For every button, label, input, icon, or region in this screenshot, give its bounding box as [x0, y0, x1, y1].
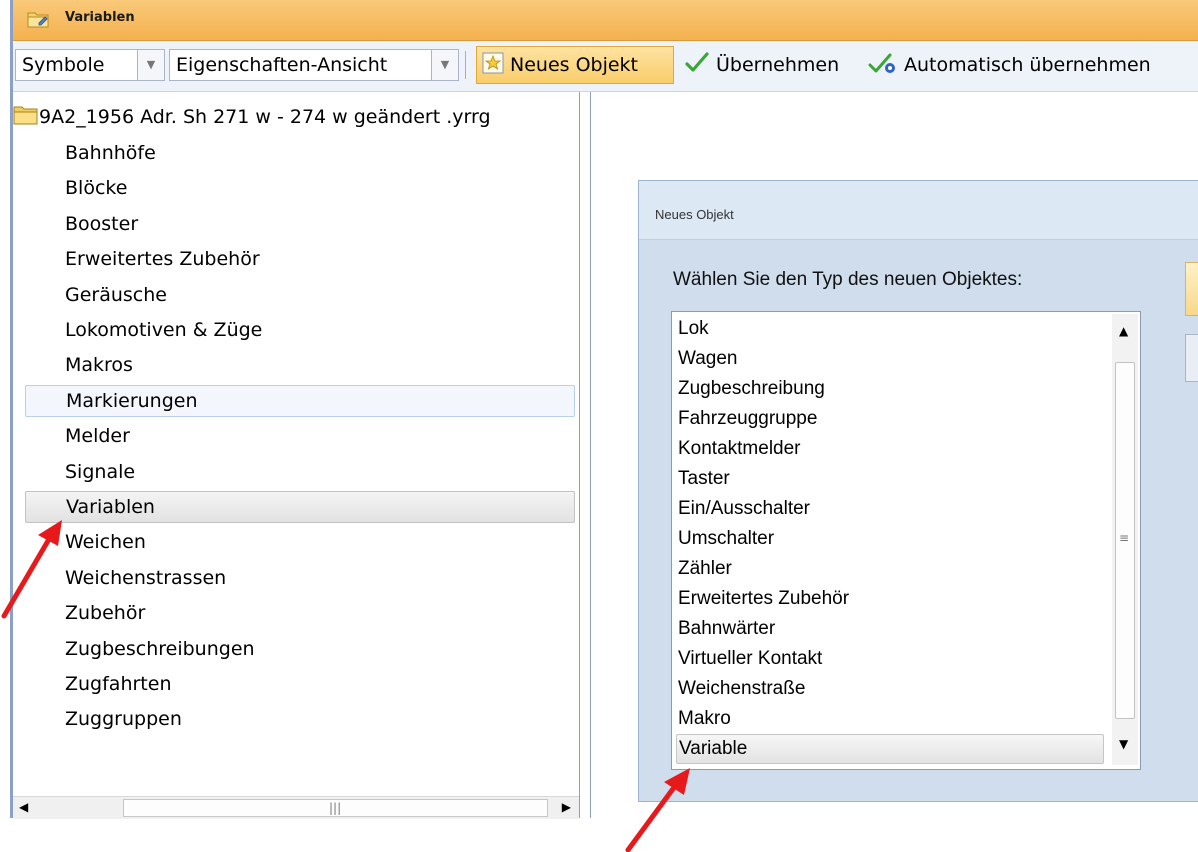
dialog-title-bar: Neues Objekt [639, 181, 1198, 240]
title-bar: Variablen [13, 0, 1198, 41]
grip-icon: ||| [329, 801, 342, 815]
object-type-item[interactable]: Weichenstraße [676, 674, 1104, 704]
window-title: Variablen [65, 10, 135, 25]
dialog-title: Neues Objekt [655, 207, 734, 222]
object-type-item[interactable]: Fahrzeuggruppe [676, 404, 1104, 434]
new-object-label: Neues Objekt [510, 54, 639, 76]
checkmark-icon [684, 51, 710, 80]
auto-apply-label: Automatisch übernehmen [904, 54, 1151, 76]
folder-edit-icon [27, 10, 51, 28]
object-type-item[interactable]: Lok [676, 314, 1104, 344]
tree-item[interactable]: Zubehör [25, 597, 575, 629]
object-type-list[interactable]: Lok Wagen Zugbeschreibung Fahrzeuggruppe Kon… [671, 311, 1141, 770]
new-object-dialog: Neues Objekt Wählen Sie den Typ des neue… [638, 180, 1198, 802]
tree-item[interactable]: Bahnhöfe [25, 137, 575, 169]
ok-button[interactable] [1185, 262, 1198, 316]
tree-root-label: 9A2_1956 Adr. Sh 271 w - 274 w geändert … [39, 106, 491, 128]
scroll-left-icon[interactable]: ◀ [19, 800, 28, 814]
object-type-item[interactable]: Kontaktmelder [676, 434, 1104, 464]
tree-item[interactable]: Zugfahrten [25, 668, 575, 700]
list-vertical-scrollbar[interactable]: ▲ ≡ ▼ [1112, 314, 1138, 765]
object-type-item[interactable]: Ein/Ausschalter [676, 494, 1104, 524]
tree-horizontal-scrollbar[interactable]: ◀ ||| ▶ [13, 796, 579, 819]
view-mode-combo[interactable]: Symbole ▼ [15, 49, 165, 81]
tree-root[interactable]: 9A2_1956 Adr. Sh 271 w - 274 w geändert … [13, 102, 491, 132]
tree-item[interactable]: Signale [25, 456, 575, 488]
tree-item[interactable]: Markierungen [25, 384, 575, 417]
chevron-down-icon[interactable]: ▼ [431, 50, 458, 80]
new-object-button[interactable]: Neues Objekt [476, 46, 674, 84]
scroll-right-icon[interactable]: ▶ [562, 800, 571, 814]
object-type-item[interactable]: Erweitertes Zubehör [676, 584, 1104, 614]
star-new-icon [482, 52, 504, 79]
tree-item[interactable]: Geräusche [25, 279, 575, 311]
tree-item[interactable]: Booster [25, 208, 575, 240]
dialog-prompt: Wählen Sie den Typ des neuen Objektes: [673, 269, 1023, 290]
object-type-item[interactable]: Virtueller Kontakt [676, 644, 1104, 674]
tree-item[interactable]: Melder [25, 420, 575, 452]
tree-item[interactable]: Blöcke [25, 172, 575, 204]
tree-item[interactable]: Makros [25, 349, 575, 381]
tree-item[interactable]: Erweitertes Zubehör [25, 243, 575, 275]
object-type-item[interactable]: Makro [676, 704, 1104, 734]
cancel-button[interactable] [1185, 334, 1198, 382]
view-style-combo[interactable]: Eigenschaften-Ansicht ▼ [169, 49, 459, 81]
tree-item[interactable]: Weichenstrassen [25, 562, 575, 594]
scroll-up-icon[interactable]: ▲ [1119, 324, 1128, 338]
tree-item[interactable]: Lokomotiven & Züge [25, 314, 575, 346]
auto-apply-icon [868, 51, 898, 80]
view-style-value: Eigenschaften-Ansicht [176, 54, 388, 76]
auto-apply-button[interactable]: Automatisch übernehmen [863, 46, 1193, 84]
object-type-item[interactable]: Umschalter [676, 524, 1104, 554]
object-type-item[interactable]: Taster [676, 464, 1104, 494]
object-type-item[interactable]: Zugbeschreibung [676, 374, 1104, 404]
tree-item[interactable]: Zugbeschreibungen [25, 633, 575, 665]
object-type-item[interactable]: Variable [676, 734, 1104, 764]
tree-item[interactable]: Zuggruppen [25, 703, 575, 735]
object-type-item[interactable]: Wagen [676, 344, 1104, 374]
chevron-down-icon[interactable]: ▼ [137, 50, 164, 80]
toolbar: Symbole ▼ Eigenschaften-Ansicht ▼ Neues … [13, 41, 1198, 92]
toolbar-separator [465, 51, 466, 79]
object-tree: 9A2_1956 Adr. Sh 271 w - 274 w geändert … [13, 92, 580, 818]
tree-item[interactable]: Variablen [25, 491, 575, 523]
grip-icon: ≡ [1119, 531, 1130, 545]
object-type-item[interactable]: Zähler [676, 554, 1104, 584]
view-mode-value: Symbole [22, 54, 105, 76]
scrollbar-thumb[interactable]: ≡ [1115, 362, 1135, 719]
tree-item[interactable]: Weichen [25, 526, 575, 558]
scrollbar-thumb[interactable]: ||| [123, 799, 548, 817]
object-type-item[interactable]: Bahnwärter [676, 614, 1104, 644]
folder-icon [13, 104, 39, 131]
scroll-down-icon[interactable]: ▼ [1119, 737, 1128, 751]
apply-button[interactable]: Übernehmen [679, 46, 859, 84]
apply-label: Übernehmen [716, 54, 840, 76]
